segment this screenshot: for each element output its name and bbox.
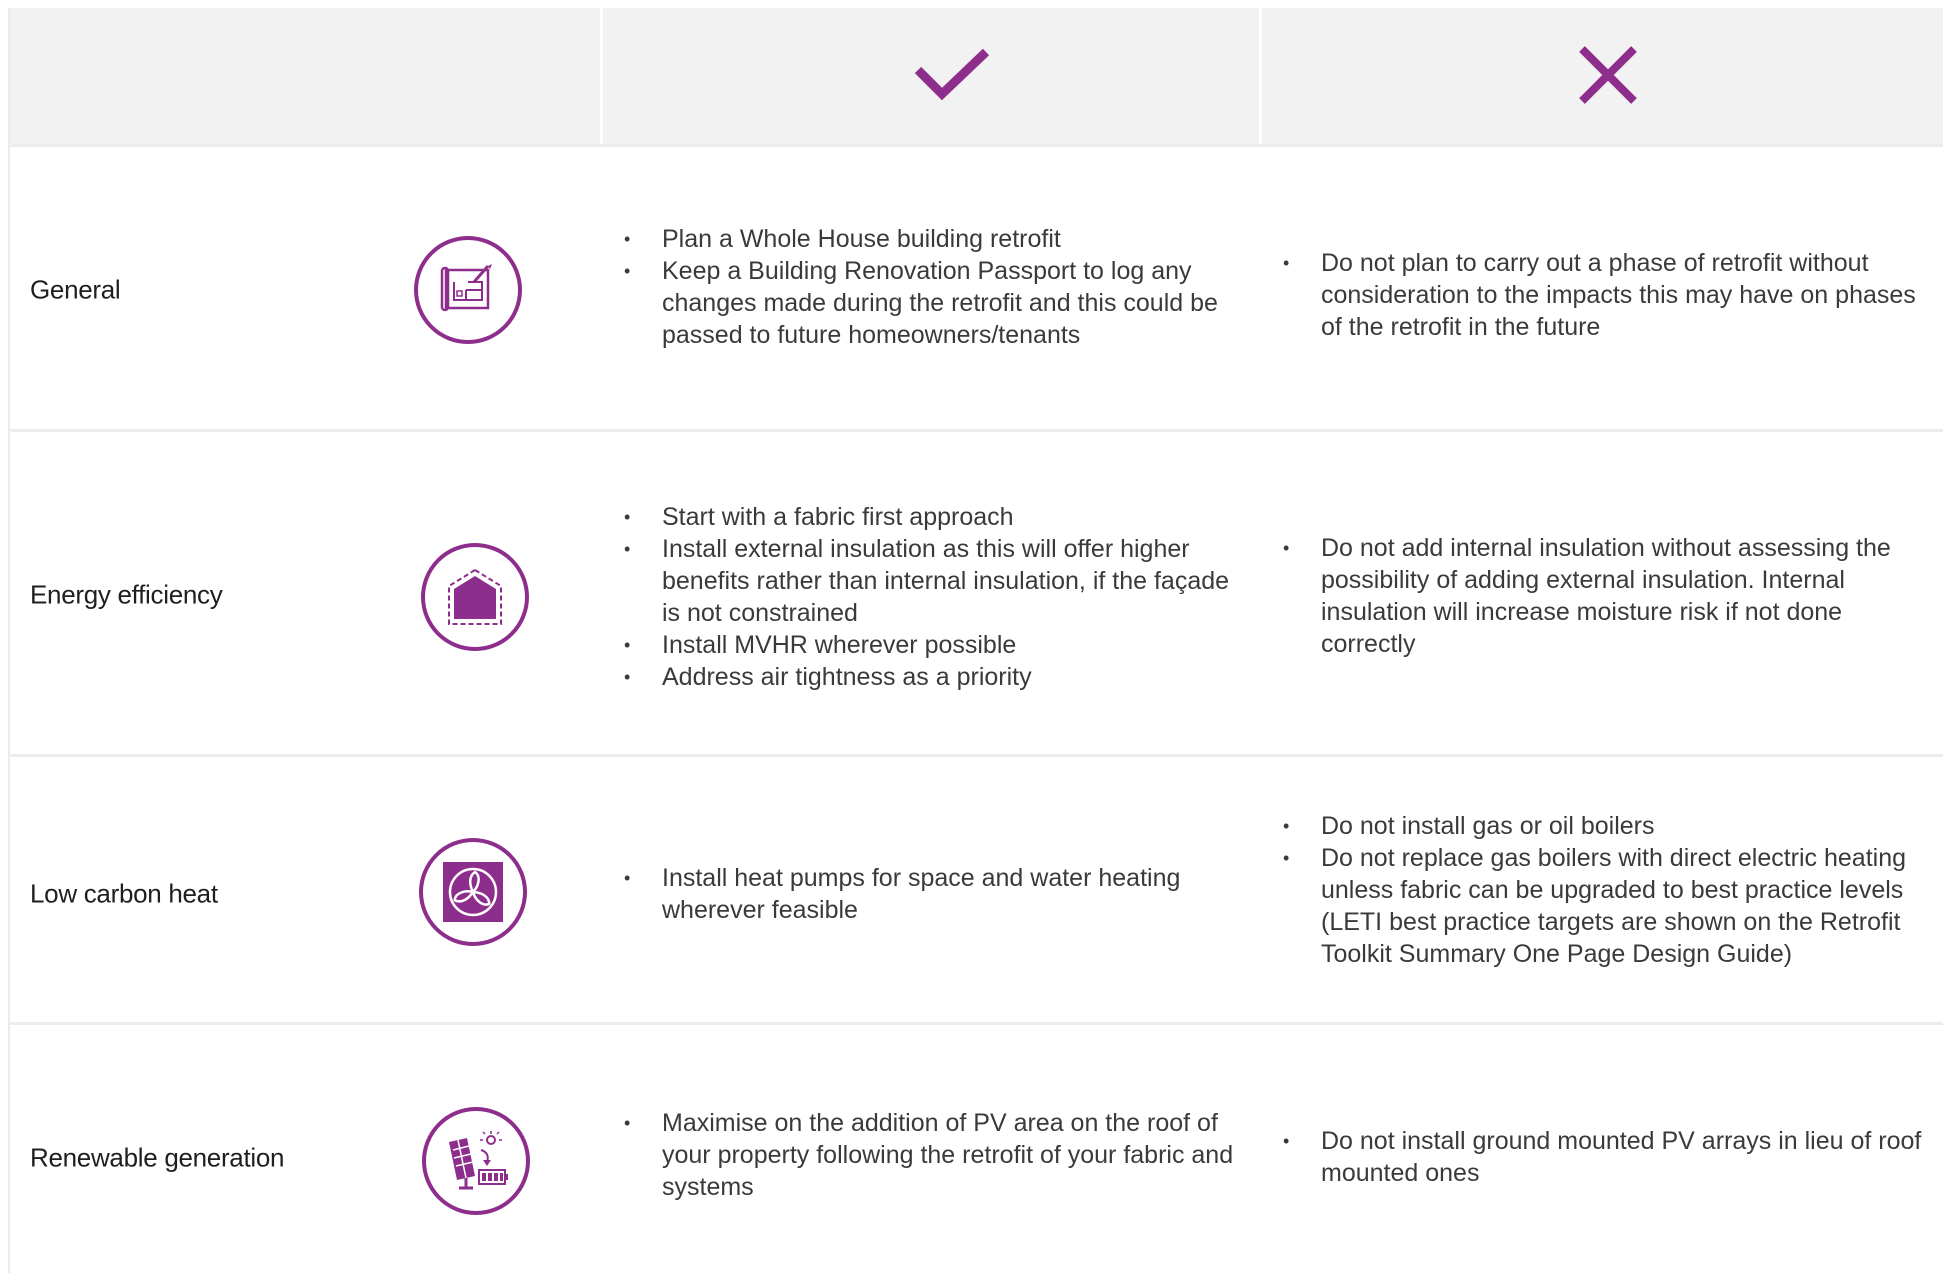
dont-item: Do not install gas or oil boilers	[1281, 810, 1941, 842]
do-column: Maximise on the addition of PV area on t…	[622, 1107, 1234, 1203]
do-column: Start with a fabric first approach Insta…	[622, 501, 1234, 693]
category-label: Renewable generation	[30, 1142, 285, 1173]
do-item: Keep a Building Renovation Passport to l…	[622, 255, 1234, 351]
do-item: Start with a fabric first approach	[622, 501, 1234, 533]
do-item: Install MVHR wherever possible	[622, 629, 1234, 661]
dont-item: Do not add internal insulation without a…	[1281, 532, 1941, 660]
category-label: Low carbon heat	[30, 878, 218, 909]
heat-pump-fan-icon	[443, 862, 503, 922]
dont-column: Do not add internal insulation without a…	[1281, 532, 1941, 660]
do-item: Address air tightness as a priority	[622, 661, 1234, 693]
category-label: Energy efficiency	[30, 579, 223, 610]
dont-column: Do not install ground mounted PV arrays …	[1281, 1125, 1941, 1189]
insulated-house-icon	[448, 568, 502, 625]
do-item: Install external insulation as this will…	[622, 533, 1234, 629]
retrofit-guidance-table: General Plan a Whole House building retr…	[8, 8, 1943, 1273]
page: General Plan a Whole House building retr…	[0, 0, 1943, 1273]
table-row-general: General Plan a Whole House building retr…	[10, 144, 1943, 429]
blueprint-icon	[440, 264, 492, 312]
do-item: Maximise on the addition of PV area on t…	[622, 1107, 1234, 1203]
category-label: General	[30, 274, 121, 305]
solar-panel-battery-icon	[449, 1131, 508, 1190]
dont-item: Do not replace gas boilers with direct e…	[1281, 842, 1941, 970]
dont-item: Do not install ground mounted PV arrays …	[1281, 1125, 1941, 1189]
table-header	[10, 8, 1943, 144]
dont-item: Do not plan to carry out a phase of retr…	[1281, 247, 1941, 343]
check-icon	[914, 48, 990, 101]
category-icon-ring	[419, 838, 527, 946]
category-icon-ring	[414, 236, 522, 344]
dont-column: Do not install gas or oil boilers Do not…	[1281, 810, 1941, 970]
table-row-energy-efficiency: Energy efficiency Start with a fabric fi…	[10, 429, 1943, 754]
dont-column: Do not plan to carry out a phase of retr…	[1281, 247, 1941, 343]
header-divider	[1259, 8, 1262, 144]
table-row-renewable-generation: Renewable generation • Maximise on the a…	[10, 1022, 1943, 1273]
table-row-low-carbon-heat: Low carbon heat Install heat pumps for s…	[10, 754, 1943, 1022]
cross-icon	[1579, 46, 1637, 104]
do-column: Plan a Whole House building retrofit Kee…	[622, 223, 1234, 351]
category-icon-ring	[422, 1107, 530, 1215]
category-icon-ring	[421, 543, 529, 651]
do-item: Install heat pumps for space and water h…	[622, 862, 1234, 926]
do-column: Install heat pumps for space and water h…	[622, 862, 1234, 926]
header-divider	[600, 8, 603, 144]
do-item: Plan a Whole House building retrofit	[622, 223, 1234, 255]
